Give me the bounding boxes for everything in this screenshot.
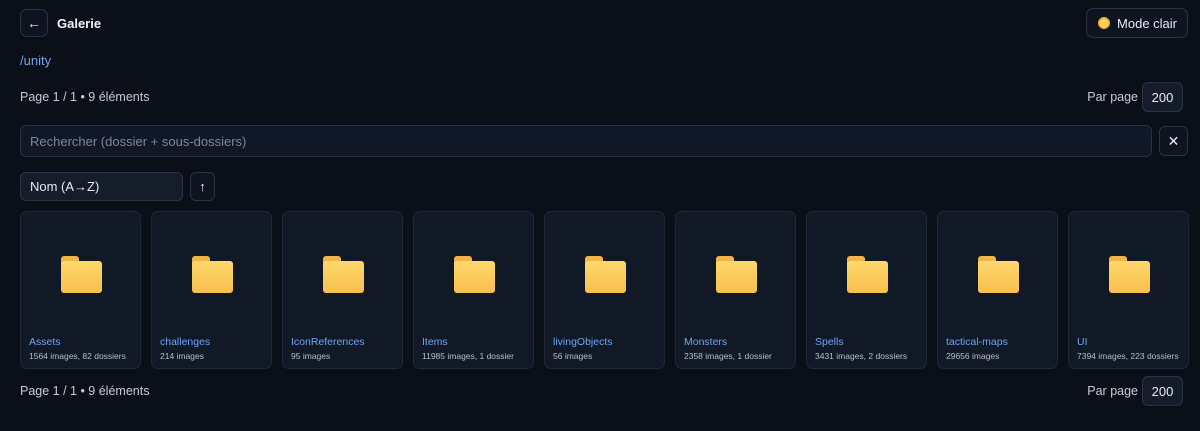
- folder-meta: 7394 images, 223 dossiers: [1077, 351, 1179, 361]
- folder-meta: 1564 images, 82 dossiers: [29, 351, 126, 361]
- clear-search-button[interactable]: ✕: [1159, 126, 1188, 156]
- theme-toggle-label: Mode clair: [1117, 15, 1177, 31]
- per-page-select[interactable]: 200: [1142, 376, 1183, 406]
- folder-meta: 3431 images, 2 dossiers: [815, 351, 908, 361]
- folder-card[interactable]: challenges 214 images: [151, 211, 272, 369]
- top-bar: ← Galerie Mode clair: [20, 8, 1188, 38]
- folder-card[interactable]: IconReferences 95 images: [282, 211, 403, 369]
- search-input[interactable]: [20, 125, 1152, 157]
- sort-direction-button[interactable]: ↑: [190, 172, 215, 201]
- folder-icon: [1109, 256, 1150, 293]
- folder-name: Spells: [815, 336, 844, 348]
- sun-icon: [1097, 16, 1112, 30]
- arrow-left-icon: ←: [27, 15, 41, 31]
- pagination-bottom: Page 1 / 1 • 9 éléments Par page 200: [20, 376, 1183, 406]
- folder-meta: 214 images: [160, 351, 204, 361]
- per-page-label: Par page: [1087, 90, 1138, 104]
- folder-name: UI: [1077, 336, 1088, 348]
- folder-meta: 2358 images, 1 dossier: [684, 351, 772, 361]
- sort-select[interactable]: Nom (A→Z): [20, 172, 183, 201]
- arrow-up-icon: ↑: [199, 179, 206, 194]
- folder-card[interactable]: livingObjects 56 images: [544, 211, 665, 369]
- folder-name: tactical-maps: [946, 336, 1008, 348]
- search-row: ✕: [20, 125, 1188, 157]
- per-page-control: Par page 200: [1087, 82, 1183, 112]
- per-page-control: Par page 200: [1087, 376, 1183, 406]
- folder-icon: [585, 256, 626, 293]
- sort-row: Nom (A→Z) ↑: [20, 172, 215, 201]
- back-button[interactable]: ←: [20, 9, 48, 37]
- breadcrumb[interactable]: /unity: [20, 53, 51, 68]
- folder-icon: [716, 256, 757, 293]
- per-page-select[interactable]: 200: [1142, 82, 1183, 112]
- folder-icon: [454, 256, 495, 293]
- folder-name: livingObjects: [553, 336, 613, 348]
- page-info: Page 1 / 1 • 9 éléments: [20, 384, 150, 398]
- page-info: Page 1 / 1 • 9 éléments: [20, 90, 150, 104]
- folder-name: Monsters: [684, 336, 728, 348]
- folder-meta: 11985 images, 1 dossier: [422, 351, 514, 361]
- folder-meta: 29656 images: [946, 351, 1000, 361]
- per-page-label: Par page: [1087, 384, 1138, 398]
- theme-toggle-button[interactable]: Mode clair: [1086, 8, 1188, 38]
- folder-icon: [978, 256, 1019, 293]
- folder-name: challenges: [160, 336, 211, 348]
- folder-grid: Assets 1564 images, 82 dossiers challeng…: [20, 211, 1189, 369]
- page-title: Galerie: [57, 15, 102, 31]
- folder-card[interactable]: UI 7394 images, 223 dossiers: [1068, 211, 1189, 369]
- folder-card[interactable]: Assets 1564 images, 82 dossiers: [20, 211, 141, 369]
- folder-card[interactable]: Monsters 2358 images, 1 dossier: [675, 211, 796, 369]
- folder-meta: 95 images: [291, 351, 331, 361]
- folder-icon: [847, 256, 888, 293]
- folder-card[interactable]: Items 11985 images, 1 dossier: [413, 211, 534, 369]
- folder-icon: [323, 256, 364, 293]
- folder-icon: [192, 256, 233, 293]
- close-icon: ✕: [1167, 132, 1180, 149]
- folder-name: IconReferences: [291, 336, 365, 348]
- folder-meta: 56 images: [553, 351, 593, 361]
- pagination-top: Page 1 / 1 • 9 éléments Par page 200: [20, 82, 1183, 112]
- folder-icon: [61, 256, 102, 293]
- folder-name: Items: [422, 336, 448, 348]
- folder-card[interactable]: Spells 3431 images, 2 dossiers: [806, 211, 927, 369]
- folder-name: Assets: [29, 336, 61, 348]
- folder-card[interactable]: tactical-maps 29656 images: [937, 211, 1058, 369]
